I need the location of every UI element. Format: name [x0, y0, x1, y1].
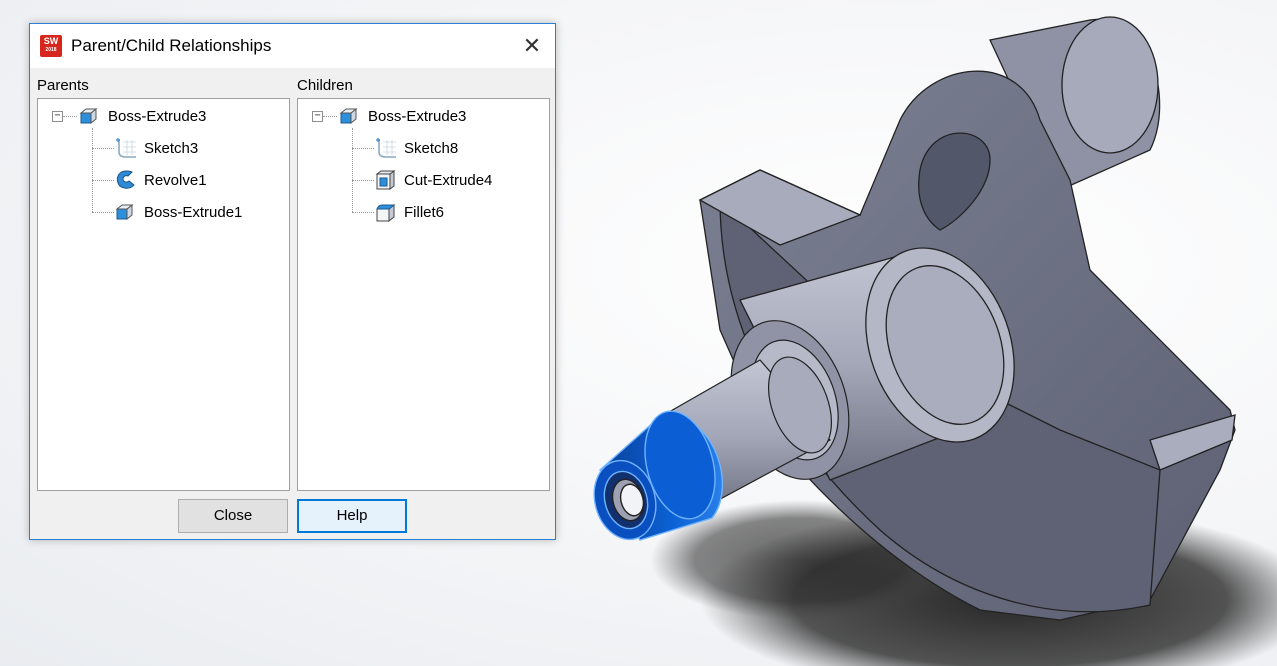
tree-item-label: Boss-Extrude3: [368, 107, 467, 125]
tree-item-label: Fillet6: [404, 203, 445, 221]
app-icon-text: SW: [43, 36, 59, 46]
tree-item-revolve1[interactable]: Revolve1: [114, 168, 207, 192]
fillet-icon: [376, 203, 396, 223]
tree-item-cut-extrude4[interactable]: Cut-Extrude4: [374, 168, 492, 192]
parents-tree[interactable]: − Boss-Extrude3 Sketch3 Revolve1 Boss-Ex…: [37, 98, 290, 491]
tree-item-label: Sketch3: [144, 139, 199, 157]
tree-item-label: Boss-Extrude3: [108, 107, 207, 125]
title-bar: SW 2018 Parent/Child Relationships ✕: [30, 24, 555, 68]
tree-item-label: Boss-Extrude1: [144, 203, 243, 221]
boss-extrude-icon: [79, 107, 98, 125]
tree-item-sketch8[interactable]: Sketch8: [374, 136, 458, 160]
close-button[interactable]: Close: [178, 499, 288, 533]
tree-item-label: Revolve1: [144, 171, 207, 189]
sketch-icon: [116, 138, 136, 158]
collapse-icon[interactable]: −: [312, 111, 323, 122]
app-icon-subtext: 2018: [45, 47, 57, 53]
boss-extrude-icon: [339, 107, 358, 125]
dialog-title: Parent/Child Relationships: [71, 36, 272, 55]
tree-item-boss-extrude1[interactable]: Boss-Extrude1: [114, 200, 242, 224]
sketch-icon: [376, 138, 396, 158]
children-tree[interactable]: − Boss-Extrude3 Sketch8 Cut-Extrude4 Fil…: [297, 98, 550, 491]
children-label: Children: [297, 77, 353, 94]
close-icon[interactable]: ✕: [517, 32, 547, 60]
parents-label: Parents: [37, 77, 89, 94]
tree-item-label: Cut-Extrude4: [404, 171, 493, 189]
boss-extrude-icon: [115, 203, 134, 221]
tree-item-sketch3[interactable]: Sketch3: [114, 136, 198, 160]
tree-item-fillet6[interactable]: Fillet6: [374, 200, 444, 224]
parent-child-dialog: SW 2018 Parent/Child Relationships ✕ Par…: [29, 23, 556, 540]
solidworks-app-icon: SW 2018: [40, 35, 62, 57]
revolve-icon: [116, 170, 135, 189]
cut-extrude-icon: [375, 170, 396, 190]
help-button[interactable]: Help: [297, 499, 407, 533]
tree-item-parent-root[interactable]: Boss-Extrude3: [78, 104, 206, 128]
tree-item-label: Sketch8: [404, 139, 459, 157]
tree-item-child-root[interactable]: Boss-Extrude3: [338, 104, 466, 128]
collapse-icon[interactable]: −: [52, 111, 63, 122]
